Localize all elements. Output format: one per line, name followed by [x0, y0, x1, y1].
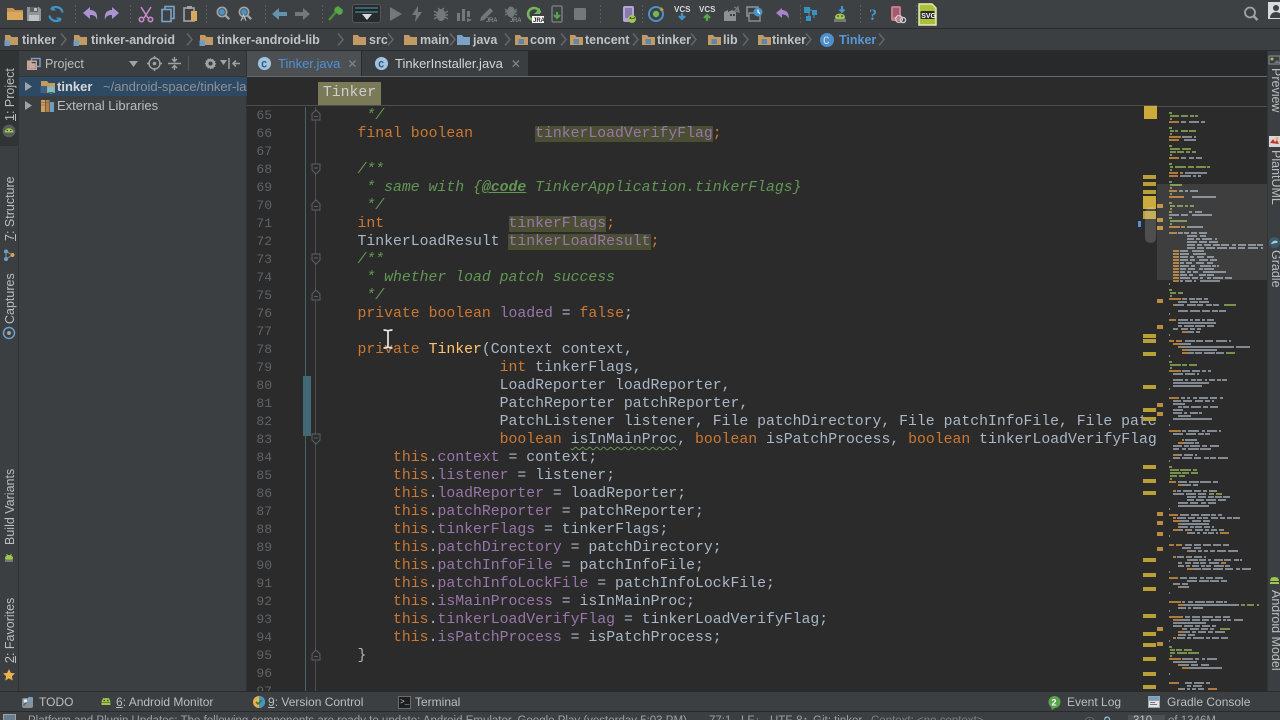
- svg-text:C: C: [378, 59, 384, 70]
- svg-text:A: A: [241, 13, 247, 23]
- svg-text:VCS: VCS: [699, 5, 716, 14]
- svg-text:SVG: SVG: [921, 13, 936, 20]
- svg-text:JRA: JRA: [533, 18, 544, 24]
- svg-text:C: C: [823, 36, 830, 48]
- svg-text:VCS: VCS: [674, 5, 691, 14]
- svg-text:C: C: [261, 59, 267, 70]
- svg-text:?: ?: [869, 7, 877, 24]
- svg-text:JRA: JRA: [486, 18, 497, 24]
- svg-text:JRA: JRA: [510, 18, 521, 24]
- svg-text:2: 2: [1052, 698, 1057, 708]
